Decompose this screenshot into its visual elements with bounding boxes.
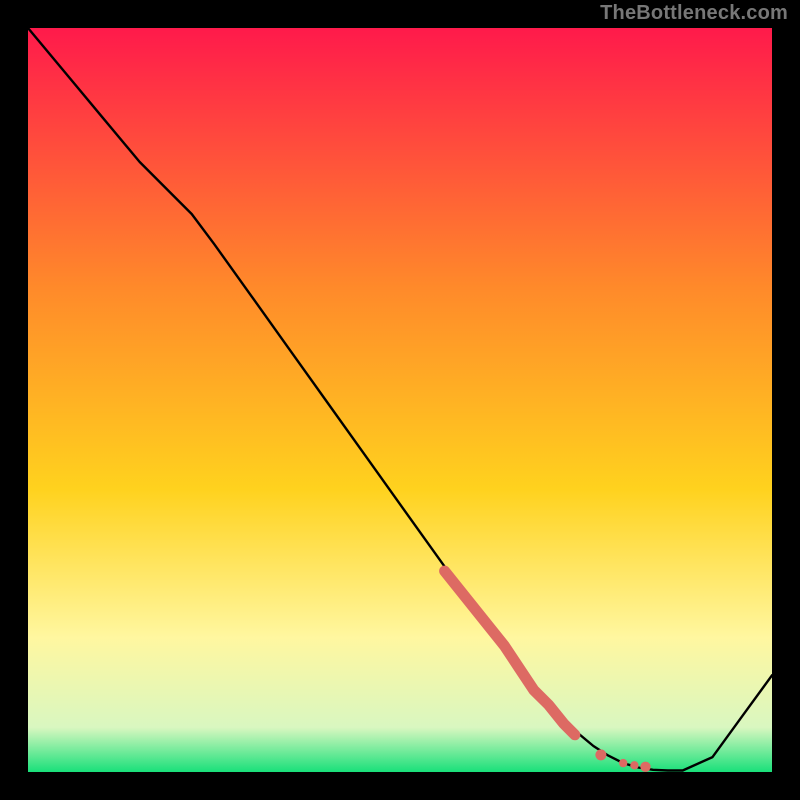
highlight-dot [595,749,606,760]
chart-frame: TheBottleneck.com [0,0,800,800]
gradient-background [28,28,772,772]
chart-svg [28,28,772,772]
highlight-dot [630,761,638,769]
highlight-dot [640,762,650,772]
plot-area [28,28,772,772]
watermark-text: TheBottleneck.com [600,2,788,25]
highlight-dot [619,759,627,767]
